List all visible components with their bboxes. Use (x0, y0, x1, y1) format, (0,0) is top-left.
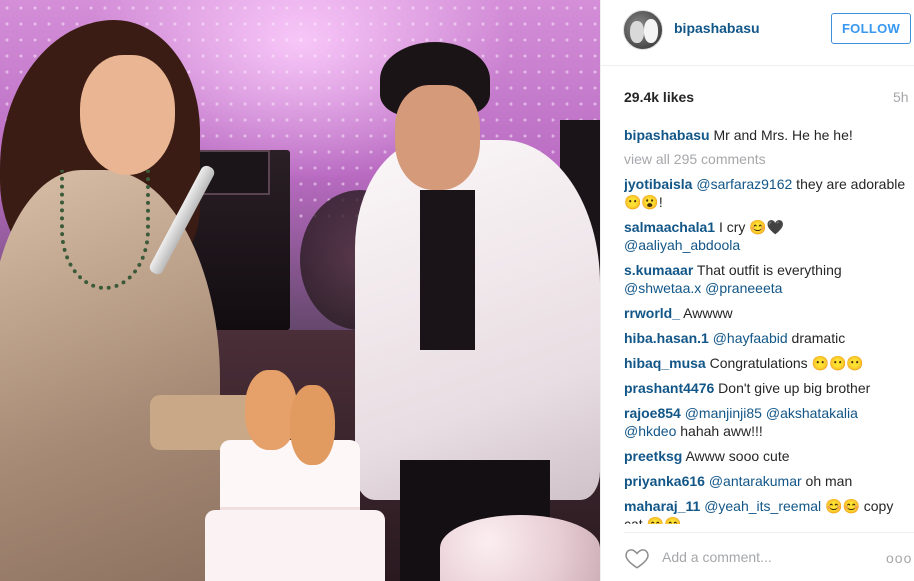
list-item: jyotibaisla @sarfaraz9162 they are adora… (624, 175, 912, 211)
list-item: salmaachala1 I cry 😊🖤 @aaliyah_abdoola (624, 218, 912, 254)
post-time[interactable]: 5h (893, 89, 909, 105)
comments-list[interactable]: bipashabasu Mr and Mrs. He he he! view a… (624, 126, 912, 524)
panel-divider (600, 0, 601, 581)
list-item: prashant4476 Don't give up big brother (624, 379, 912, 397)
list-item: preetksg Awww sooo cute (624, 447, 912, 465)
list-item: hibaq_musa Congratulations 😶😶😶 (624, 354, 912, 372)
post-photo[interactable] (0, 0, 600, 581)
comment-mention[interactable]: @aaliyah_abdoola (624, 237, 740, 253)
groom-shirt (420, 190, 475, 350)
caption-text: Mr and Mrs. He he he! (713, 127, 853, 143)
list-item: hiba.hasan.1 @hayfaabid dramatic (624, 329, 912, 347)
bride-face (80, 55, 175, 175)
cake-topper-bear-1 (245, 370, 297, 450)
comment-mention[interactable]: @manjinji85 (685, 405, 762, 421)
heart-outline-icon[interactable] (624, 545, 650, 571)
cake-bottom-tier (205, 510, 385, 581)
groom-jacket (355, 140, 600, 500)
avatar-figure-2 (644, 19, 658, 43)
comment-mention[interactable]: @shwetaa.x (624, 280, 701, 296)
more-options-icon[interactable]: ooo (886, 550, 912, 566)
footer-divider (624, 532, 914, 533)
comment-mention[interactable]: @hkdeo (624, 423, 676, 439)
comment-text: Awww sooo cute (682, 448, 790, 464)
comment-username[interactable]: jyotibaisla (624, 176, 692, 192)
comment-username[interactable]: preetksg (624, 448, 682, 464)
cake-topper-bear-2 (290, 385, 335, 465)
avatar-figure-1 (630, 21, 644, 43)
comment-username[interactable]: s.kumaaar (624, 262, 693, 278)
comment-username[interactable]: salmaachala1 (624, 219, 715, 235)
comment-username[interactable]: rrworld_ (624, 305, 680, 321)
comment-text: hahah aww!!! (676, 423, 763, 439)
comment-mention[interactable]: @sarfaraz9162 (696, 176, 792, 192)
cake-top-tier (220, 440, 360, 515)
comment-text: dramatic (787, 330, 846, 346)
comment-username[interactable]: prashant4476 (624, 380, 714, 396)
comment-username[interactable]: maharaj_11 (624, 498, 700, 514)
comment-text: Don't give up big brother (714, 380, 871, 396)
list-item: s.kumaaar That outfit is everything @shw… (624, 261, 912, 297)
bride-necklace (60, 170, 150, 290)
comment-text: Awwww (680, 305, 733, 321)
comment-text: oh man (801, 473, 853, 489)
groom-face (395, 85, 480, 190)
comment-username[interactable]: rajoe854 (624, 405, 681, 421)
list-item: maharaj_11 @yeah_its_reemal 😊😊 copy cat … (624, 497, 912, 524)
comment-text: That outfit is everything (693, 262, 842, 278)
view-all-comments-link[interactable]: view all 295 comments (624, 150, 912, 168)
comment-mention[interactable]: @akshatakalia (766, 405, 858, 421)
list-item: rrworld_ Awwww (624, 304, 912, 322)
avatar[interactable] (623, 10, 663, 50)
comment-mention[interactable]: @hayfaabid (713, 330, 788, 346)
header-username[interactable]: bipashabasu (674, 20, 760, 36)
likes-count[interactable]: 29.4k likes (624, 89, 694, 105)
comment-mention[interactable]: @yeah_its_reemal (704, 498, 821, 514)
comment-mention[interactable]: @praneeeta (705, 280, 782, 296)
comment-username[interactable]: hiba.hasan.1 (624, 330, 709, 346)
follow-button[interactable]: FOLLOW (831, 13, 911, 44)
comment-text: I cry 😊🖤 (715, 219, 785, 235)
comment-text: Congratulations 😶😶😶 (705, 355, 864, 371)
comment-username[interactable]: hibaq_musa (624, 355, 706, 371)
comment-mention[interactable]: @antarakumar (709, 473, 802, 489)
list-item: rajoe854 @manjinji85 @akshatakalia @hkde… (624, 404, 912, 440)
flower-arrangement (440, 515, 600, 581)
add-comment-input[interactable] (662, 546, 862, 568)
list-item: priyanka616 @antarakumar oh man (624, 472, 912, 490)
caption-username[interactable]: bipashabasu (624, 127, 710, 143)
caption: bipashabasu Mr and Mrs. He he he! (624, 126, 912, 144)
post-header: bipashabasu FOLLOW (601, 0, 914, 66)
comment-username[interactable]: priyanka616 (624, 473, 705, 489)
